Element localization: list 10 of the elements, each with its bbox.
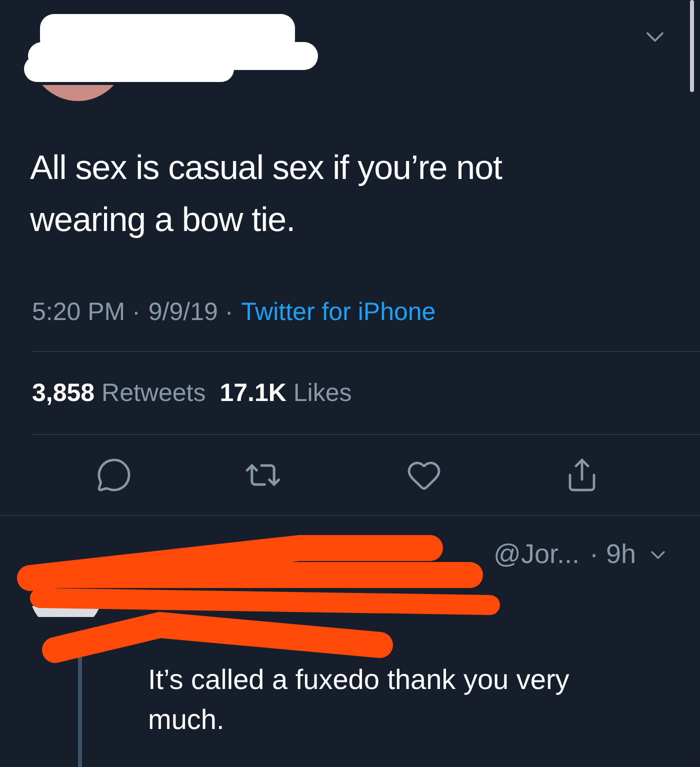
reply-age: · 9h bbox=[589, 539, 636, 570]
reply-text: It’s called a fuxedo thank you very much. bbox=[148, 663, 570, 737]
reply-handle: @Jor... bbox=[494, 539, 580, 570]
reply-icon[interactable] bbox=[96, 457, 132, 493]
tweet-text: All sex is casual sex if you’re not wearing a bow tie. bbox=[30, 148, 504, 241]
stat-count[interactable]: 3,858 Retweets bbox=[32, 378, 206, 408]
tweet-time: 5:20 PM · bbox=[32, 298, 140, 327]
tweet-date: 9/9/19 · bbox=[148, 298, 234, 327]
source-link[interactable]: Twitter for iPhone bbox=[241, 298, 436, 327]
stat-count[interactable]: 17.1K Likes bbox=[220, 378, 352, 408]
